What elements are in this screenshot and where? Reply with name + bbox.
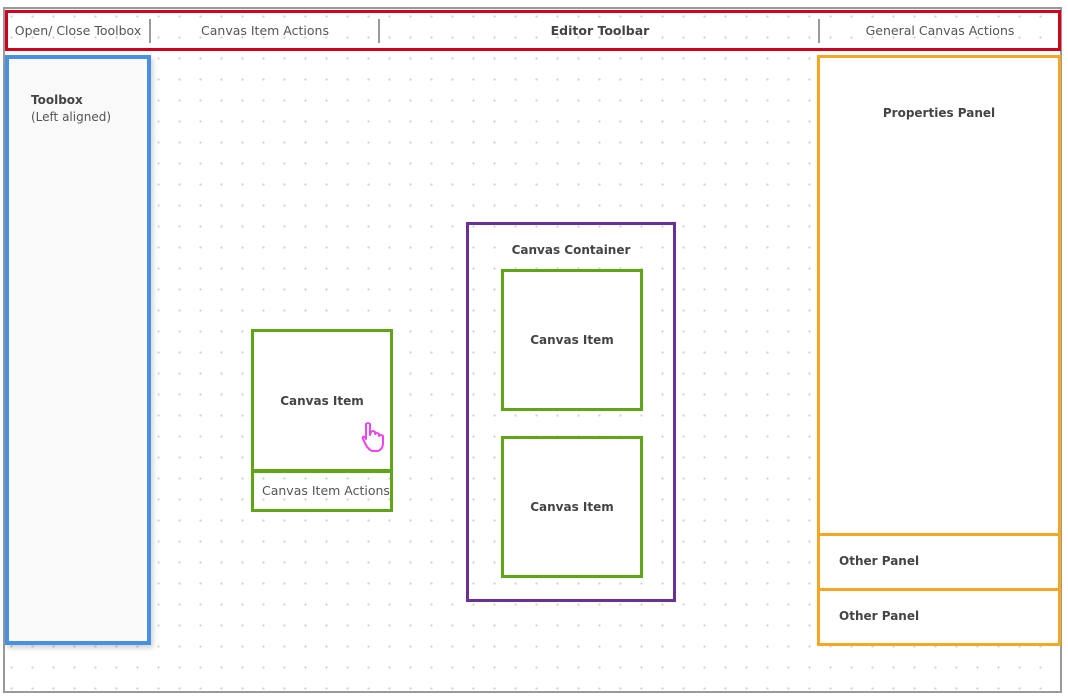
canvas-container-label: Canvas Container xyxy=(511,243,631,257)
editor-toolbar-title: Editor Toolbar xyxy=(550,23,650,38)
properties-panel[interactable]: Properties Panel xyxy=(817,55,1061,536)
toolbox-panel[interactable]: Toolbox (Left aligned) xyxy=(5,55,151,645)
toolbar-separator xyxy=(818,19,820,43)
toolbox-subtitle: (Left aligned) xyxy=(31,110,111,124)
toolbox-title: Toolbox xyxy=(31,93,83,107)
other-panel[interactable]: Other Panel xyxy=(817,588,1061,646)
canvas-item-actions-bar[interactable]: Canvas Item Actions xyxy=(251,470,393,512)
hand-pointer-icon xyxy=(360,421,388,453)
canvas-item-label: Canvas Item xyxy=(530,333,614,347)
properties-panel-title: Properties Panel xyxy=(882,106,996,120)
general-canvas-actions-toolbar-group[interactable]: General Canvas Actions xyxy=(822,13,1058,48)
canvas-item-label: Canvas Item xyxy=(530,500,614,514)
other-panel[interactable]: Other Panel xyxy=(817,533,1061,591)
canvas-item-actions-toolbar-group[interactable]: Canvas Item Actions xyxy=(153,13,377,48)
canvas-item-label: Canvas Item xyxy=(280,393,364,408)
canvas-item[interactable]: Canvas Item xyxy=(501,269,643,411)
editor-toolbar: Open/ Close Toolbox Canvas Item Actions … xyxy=(5,10,1061,51)
toolbar-separator xyxy=(149,19,151,43)
toolbar-separator xyxy=(378,19,380,43)
open-close-toolbox-button[interactable]: Open/ Close Toolbox xyxy=(12,13,144,48)
canvas-item[interactable]: Canvas Item xyxy=(501,436,643,578)
